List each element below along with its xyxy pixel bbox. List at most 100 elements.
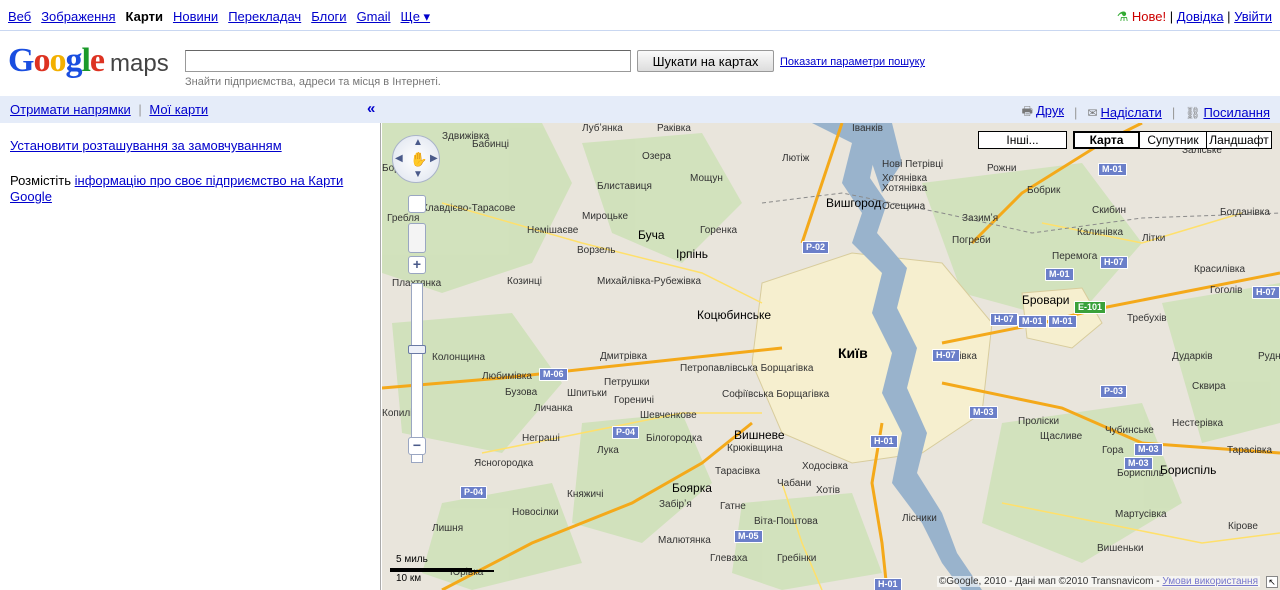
place-label: Гореничі: [614, 395, 654, 406]
place-label: Лука: [597, 445, 619, 456]
search-options-link[interactable]: Показати параметри пошуку: [780, 56, 925, 68]
nav-maps[interactable]: Карти: [126, 9, 163, 25]
share-links: 🖶 Друк | ✉ Надіслати | ⛓ Посилання: [1022, 102, 1270, 123]
town-label: Вишгород: [826, 196, 882, 210]
zoom-in-button[interactable]: +: [408, 256, 426, 274]
place-label: Щасливе: [1040, 431, 1083, 442]
street-view-pegman-icon[interactable]: [408, 223, 426, 253]
place-label: Кірове: [1228, 521, 1258, 532]
place-label: Глеваха: [710, 553, 748, 564]
place-label: Лишня: [432, 523, 464, 534]
place-label: Вишеньки: [1097, 543, 1144, 554]
sign-in-link[interactable]: Увійти: [1234, 9, 1272, 24]
place-label: Блиставиця: [597, 181, 652, 192]
place-label: Віта-Поштова: [754, 516, 818, 527]
pan-control[interactable]: ▲ ◀ ▶ ▼ ✋: [392, 135, 440, 183]
place-label: Нові Петрівці: [882, 159, 944, 170]
road-shield: H-01: [870, 435, 898, 448]
scale-miles: 5 миль: [390, 554, 472, 570]
overview-map-toggle-icon[interactable]: ↖: [1266, 576, 1278, 588]
place-label: Лютіж: [782, 153, 810, 164]
permalink-link[interactable]: ⛓ Посилання: [1185, 105, 1270, 120]
road-shield: P-04: [460, 486, 488, 499]
town-label: Вишневе: [734, 428, 785, 442]
nav-gmail[interactable]: Gmail: [357, 9, 391, 25]
account-links: ⚗ Нове! | Довідка | Увійти: [1117, 9, 1272, 25]
place-label: Немішаєве: [527, 225, 579, 236]
left-panel: Установити розташування за замовчуванням…: [0, 123, 381, 590]
nav-translate[interactable]: Перекладач: [228, 9, 301, 25]
place-label: Новосілки: [512, 507, 559, 518]
map-type-satellite-button[interactable]: Супутник: [1139, 131, 1207, 149]
place-label: Бориспіль: [1160, 463, 1217, 477]
place-label: Мироцьке: [582, 211, 629, 222]
nav-images[interactable]: Зображення: [41, 9, 115, 25]
collapse-panel-button[interactable]: «: [367, 100, 375, 117]
place-label: Нестерівка: [1172, 418, 1224, 429]
place-label: Козинці: [507, 276, 542, 287]
search-input[interactable]: [185, 50, 631, 72]
zoom-out-button[interactable]: −: [408, 437, 426, 455]
nav-news[interactable]: Новини: [173, 9, 218, 25]
place-label: Красилівка: [1194, 264, 1246, 275]
map-type-terrain-button[interactable]: Ландшафт: [1206, 131, 1272, 149]
place-label: Рожни: [987, 163, 1017, 174]
road-shield: M-01: [1098, 163, 1127, 176]
place-label: Горенка: [700, 225, 738, 236]
business-prefix: Розмістіть: [10, 173, 75, 188]
google-maps-logo[interactable]: Google maps: [8, 42, 169, 82]
terms-of-use-link[interactable]: Умови використання: [1162, 576, 1258, 587]
place-label: Мартусівка: [1115, 509, 1167, 520]
my-maps-link[interactable]: Мої карти: [149, 102, 208, 117]
new-features-link[interactable]: Нове!: [1132, 9, 1166, 24]
road-shield: H-07: [990, 313, 1018, 326]
place-label: Ворзель: [577, 245, 616, 256]
place-label: Тарасівка: [715, 466, 761, 477]
map-type-map-button[interactable]: Карта: [1073, 131, 1140, 149]
place-label: Шевченкове: [640, 410, 697, 421]
town-label: Бровари: [1022, 293, 1070, 307]
nav-web[interactable]: Веб: [8, 9, 31, 25]
place-label: Забірʼя: [659, 499, 692, 510]
help-link[interactable]: Довідка: [1177, 9, 1224, 24]
pan-right-icon[interactable]: ▶: [430, 153, 438, 164]
pan-left-icon[interactable]: ◀: [395, 153, 403, 164]
copyright-notice: ©Google, 2010 - Дані мап ©2010 Transnavi…: [936, 576, 1260, 587]
zoom-slider-handle[interactable]: [408, 345, 426, 354]
town-label: Боярка: [672, 481, 712, 495]
map-canvas[interactable]: Лубʼянка Раківка Бабинці Озера Здвижівка…: [382, 123, 1280, 590]
place-label: Чабани: [777, 478, 812, 489]
nav-blogs[interactable]: Блоги: [311, 9, 346, 25]
pan-up-icon[interactable]: ▲: [413, 137, 423, 148]
place-label: Ходосівка: [802, 461, 848, 472]
place-label: Іванків: [852, 123, 883, 134]
place-label: Дмитрівка: [600, 351, 648, 362]
town-label: Гатне: [720, 501, 746, 512]
place-label: Озера: [642, 151, 671, 162]
place-label: Богданівка: [1220, 207, 1270, 218]
place-label: Требухів: [1127, 313, 1167, 324]
town-label: Софіївська Борщагівка: [722, 389, 830, 400]
town-label: Петропавлівська Борщагівка: [680, 363, 814, 374]
town-label: Ірпінь: [676, 247, 709, 261]
search-maps-button[interactable]: Шукати на картах: [637, 50, 774, 72]
place-label: Перемога: [1052, 251, 1098, 262]
hand-icon: ✋: [410, 151, 428, 167]
separator: |: [1227, 9, 1231, 24]
set-default-location-link[interactable]: Установити розташування за замовчуванням: [10, 138, 282, 153]
get-directions-link[interactable]: Отримати напрямки: [10, 102, 131, 117]
road-shield: H-07: [932, 349, 960, 362]
place-label: Ясногородка: [474, 458, 534, 469]
map-type-more-button[interactable]: Інші...: [978, 131, 1067, 149]
pan-down-icon[interactable]: ▼: [413, 169, 423, 180]
return-to-result-icon[interactable]: [408, 195, 426, 213]
google-logo-text: Google: [8, 42, 105, 79]
nav-more[interactable]: Ще ▾: [401, 9, 431, 25]
print-link[interactable]: 🖶 Друк: [1022, 102, 1064, 123]
print-label: Друк: [1035, 103, 1065, 118]
zoom-slider-track[interactable]: [411, 283, 423, 463]
send-link[interactable]: ✉ Надіслати: [1087, 105, 1161, 120]
send-label: Надіслати: [1100, 105, 1162, 120]
road-shield: P-03: [1100, 385, 1128, 398]
place-label: Мощун: [690, 173, 723, 184]
